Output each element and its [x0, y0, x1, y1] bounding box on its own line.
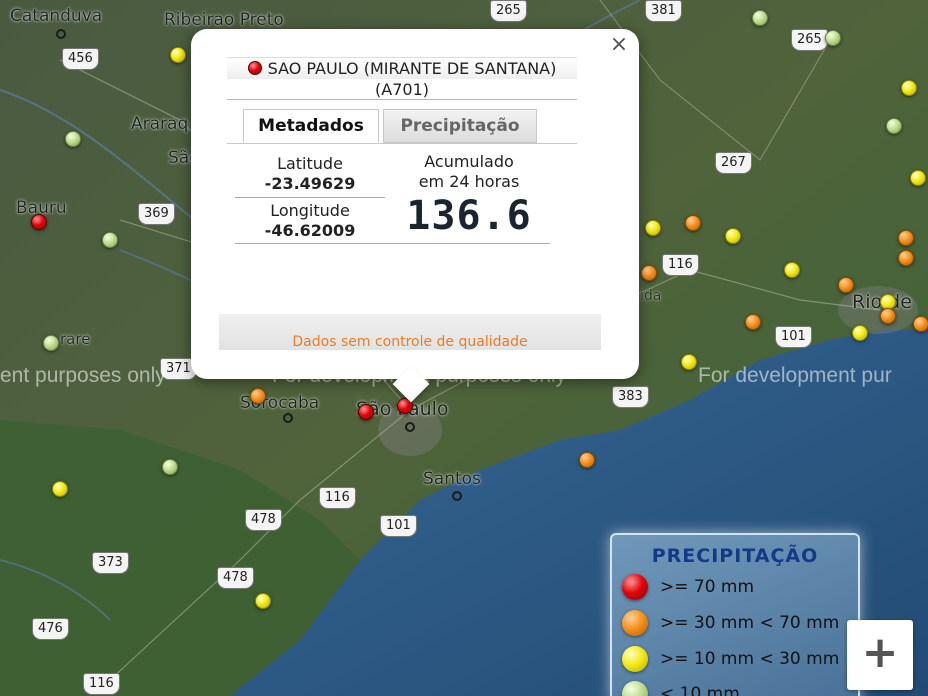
- station-status-icon: [247, 61, 262, 75]
- watermark: For development pur: [698, 364, 892, 387]
- yellow-dot-icon: [622, 646, 648, 672]
- place-araraquara: Araraq: [131, 114, 189, 134]
- station-marker[interactable]: [784, 262, 800, 278]
- station-marker[interactable]: [162, 459, 178, 475]
- orange-dot-icon: [622, 610, 648, 636]
- road-shield: 265: [490, 0, 527, 22]
- quality-note: Dados sem controle de qualidade: [219, 314, 601, 350]
- legend-title: PRECIPITAÇÃO: [651, 545, 819, 567]
- green-dot-icon: [622, 681, 648, 696]
- legend-label: < 10 mm: [660, 684, 740, 696]
- accumulated-value: 136.6: [406, 193, 532, 239]
- station-marker[interactable]: [255, 593, 271, 609]
- station-marker[interactable]: [65, 131, 81, 147]
- latitude-value: -23.49629: [264, 174, 356, 193]
- road-shield: 265: [791, 29, 828, 51]
- longitude-value: -46.62009: [264, 221, 356, 240]
- red-dot-icon: [622, 574, 648, 600]
- station-popup: × SAO PAULO (MIRANTE DE SANTANA) (A701) …: [191, 29, 639, 403]
- divider: [227, 99, 577, 100]
- station-name: SAO PAULO (MIRANTE DE SANTANA): [267, 59, 557, 78]
- station-marker[interactable]: [102, 232, 118, 248]
- station-marker[interactable]: [52, 481, 68, 497]
- station-marker[interactable]: [645, 220, 661, 236]
- station-marker[interactable]: [752, 10, 768, 26]
- road-shield: 456: [62, 48, 99, 70]
- divider: [235, 197, 385, 198]
- station-marker[interactable]: [825, 30, 841, 46]
- tab-precipitacao[interactable]: Precipitação: [383, 109, 537, 143]
- station-marker[interactable]: [725, 228, 741, 244]
- road-shield: 478: [217, 567, 254, 589]
- station-marker[interactable]: [745, 314, 761, 330]
- legend-label: >= 10 mm < 30 mm: [660, 649, 840, 669]
- city-dot-sorocaba: [283, 413, 293, 423]
- station-marker[interactable]: [43, 335, 59, 351]
- station-marker[interactable]: [880, 308, 896, 324]
- divider: [235, 243, 550, 244]
- station-marker[interactable]: [910, 170, 926, 186]
- legend-label: >= 30 mm < 70 mm: [660, 613, 840, 633]
- road-shield: 116: [319, 487, 356, 509]
- station-marker[interactable]: [901, 80, 917, 96]
- station-title: SAO PAULO (MIRANTE DE SANTANA) (A701): [227, 57, 577, 100]
- latitude-cell: Latitude -23.49629: [235, 154, 385, 194]
- accumulated-label: Acumulado em 24 horas: [396, 152, 542, 192]
- place-itarare: rare: [60, 330, 91, 348]
- road-shield: 116: [662, 254, 699, 276]
- city-dot-sao-paulo: [405, 422, 415, 432]
- close-icon[interactable]: ×: [607, 33, 631, 57]
- accumulated-label-line1: Acumulado: [424, 152, 514, 171]
- accumulated-label-line2: em 24 horas: [418, 172, 520, 191]
- divider: [227, 143, 577, 144]
- tab-metadados[interactable]: Metadados: [243, 109, 379, 143]
- station-marker[interactable]: [886, 118, 902, 134]
- station-marker[interactable]: [852, 325, 868, 341]
- station-code: (A701): [375, 80, 429, 99]
- road-shield: 116: [83, 673, 120, 695]
- road-shield: 478: [245, 509, 282, 531]
- station-marker[interactable]: [641, 265, 657, 281]
- station-marker[interactable]: [170, 47, 186, 63]
- city-dot-santos: [452, 491, 462, 501]
- road-shield: 101: [775, 326, 812, 348]
- legend-label: >= 70 mm: [660, 577, 755, 597]
- station-marker[interactable]: [898, 230, 914, 246]
- road-shield: 267: [715, 152, 752, 174]
- station-marker[interactable]: [681, 354, 697, 370]
- longitude-cell: Longitude -46.62009: [235, 201, 385, 241]
- road-shield: 476: [32, 618, 69, 640]
- station-marker[interactable]: [579, 452, 595, 468]
- station-marker[interactable]: [250, 388, 266, 404]
- place-fragment: ida: [640, 288, 662, 304]
- station-marker[interactable]: [685, 215, 701, 231]
- place-catanduva: Catanduva: [10, 6, 103, 26]
- precipitation-legend: PRECIPITAÇÃO >= 70 mm >= 30 mm < 70 mm >…: [610, 533, 860, 696]
- road-shield: 381: [645, 0, 682, 22]
- station-marker[interactable]: [913, 316, 928, 332]
- road-shield: 101: [380, 515, 417, 537]
- road-shield: 383: [612, 386, 649, 408]
- longitude-label: Longitude: [270, 201, 350, 220]
- watermark: ent purposes only: [0, 364, 166, 387]
- place-santos: Santos: [423, 469, 481, 489]
- station-marker[interactable]: [838, 277, 854, 293]
- road-shield: 373: [92, 552, 129, 574]
- city-dot-catanduva: [56, 29, 66, 39]
- station-marker[interactable]: [358, 404, 374, 420]
- zoom-in-button[interactable]: +: [847, 620, 913, 690]
- place-ribeirao-preto: Ribeirao Preto: [164, 10, 284, 30]
- latitude-label: Latitude: [277, 154, 343, 173]
- station-marker[interactable]: [31, 214, 47, 230]
- station-marker[interactable]: [898, 250, 914, 266]
- road-shield: 369: [138, 203, 175, 225]
